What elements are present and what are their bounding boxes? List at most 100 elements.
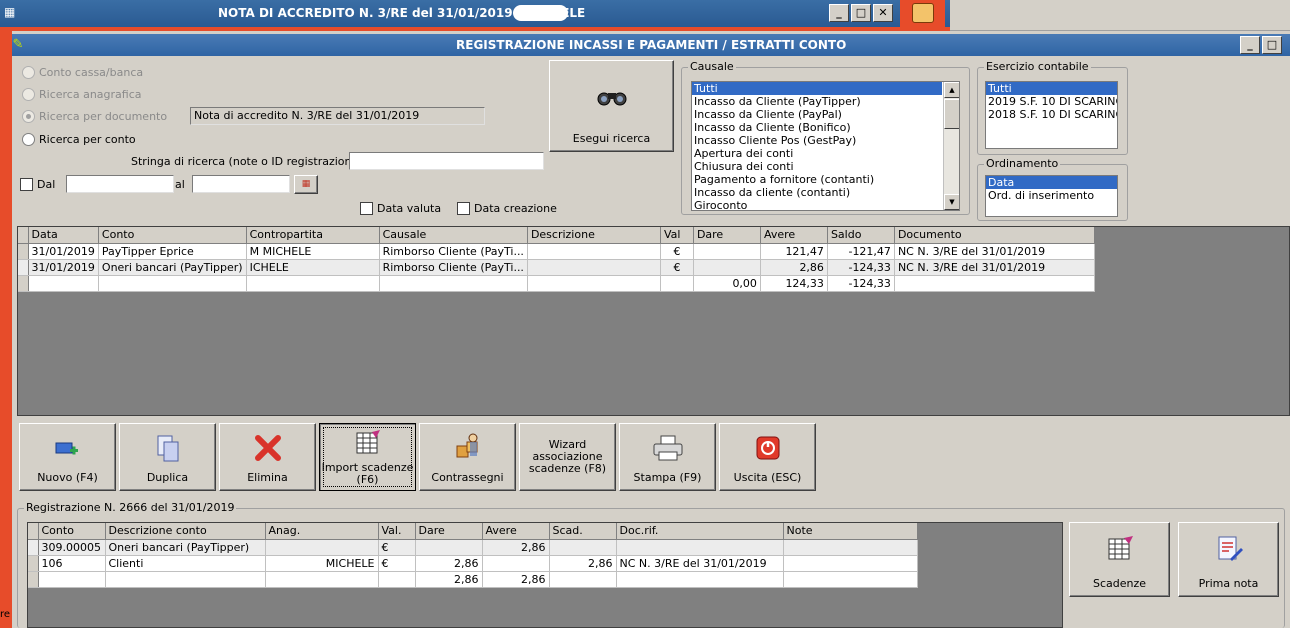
prima-nota-label: Prima nota xyxy=(1198,577,1259,590)
data-valuta-row[interactable]: Data valuta xyxy=(360,202,441,215)
cell-documento: NC N. 3/RE del 31/01/2019 xyxy=(894,259,1095,276)
table-row[interactable]: 309.00005 Oneri bancari (PayTipper) €2,86 xyxy=(28,539,918,556)
entries-grid[interactable]: Conto Descrizione conto Anag. Val. Dare Avere… xyxy=(27,522,1063,628)
radio-ricerca-anagrafica[interactable]: Ricerca anagrafica xyxy=(22,88,142,101)
column-header[interactable]: Note xyxy=(783,523,918,540)
dal-checkbox-row[interactable]: Dal xyxy=(20,178,55,191)
causale-item[interactable]: Apertura dei conti xyxy=(692,147,942,160)
column-header[interactable]: Dare xyxy=(693,227,761,244)
data-creazione-row[interactable]: Data creazione xyxy=(457,202,557,215)
radio-ricerca-conto[interactable]: Ricerca per conto xyxy=(22,133,136,146)
ordinamento-item[interactable]: Ord. di inserimento xyxy=(986,189,1117,202)
column-header[interactable]: Conto xyxy=(38,523,106,540)
inner-maximize-button[interactable]: □ xyxy=(1262,36,1282,54)
cell-anag xyxy=(265,539,379,556)
duplica-button[interactable]: Duplica xyxy=(119,423,216,491)
cell-causale: Rimborso Cliente (PayTi... xyxy=(379,259,528,276)
column-header[interactable]: Val xyxy=(660,227,694,244)
esercizio-item[interactable]: 2019 S.F. 10 DI SCARINCI xyxy=(986,95,1117,108)
column-header[interactable]: Anag. xyxy=(265,523,379,540)
column-header[interactable]: Avere xyxy=(760,227,828,244)
uscita-button[interactable]: Uscita (ESC) xyxy=(719,423,816,491)
cell-saldo: -124,33 xyxy=(827,275,895,292)
column-header[interactable]: Doc.rif. xyxy=(616,523,784,540)
radio-icon xyxy=(22,133,35,146)
search-string-label: Stringa di ricerca (note o ID registrazi… xyxy=(131,155,370,168)
cell-saldo: -124,33 xyxy=(827,259,895,276)
spreadsheet-icon xyxy=(356,430,380,454)
column-header[interactable]: Val. xyxy=(378,523,416,540)
column-header[interactable]: Avere xyxy=(482,523,550,540)
cell-data: 31/01/2019 xyxy=(28,243,99,260)
data-valuta-checkbox[interactable] xyxy=(360,202,373,215)
column-header[interactable]: Data xyxy=(28,227,99,244)
left-strip-label: re xyxy=(0,609,11,620)
cell-causale xyxy=(379,275,528,292)
search-string-input[interactable] xyxy=(349,152,544,170)
scadenze-button[interactable]: Scadenze xyxy=(1069,522,1170,597)
ordinamento-item[interactable]: Data xyxy=(986,176,1117,189)
causale-scrollbar[interactable]: ▲ ▼ xyxy=(943,82,959,210)
import-scadenze-button[interactable]: Import scadenze (F6) xyxy=(319,423,416,491)
scroll-down-icon[interactable]: ▼ xyxy=(944,194,959,210)
ordinamento-listbox[interactable]: Data Ord. di inserimento xyxy=(985,175,1118,217)
help-app-icon[interactable] xyxy=(900,0,945,27)
inner-window-title: REGISTRAZIONE INCASSI E PAGAMENTI / ESTR… xyxy=(456,38,847,52)
esercizio-listbox[interactable]: Tutti 2019 S.F. 10 DI SCARINCI 2018 S.F. 1… xyxy=(985,81,1118,149)
radio-icon xyxy=(22,88,35,101)
outer-close-button[interactable]: ✕ xyxy=(873,4,893,22)
cell-conto: 106 xyxy=(38,555,106,572)
al-label: al xyxy=(175,178,185,191)
calendar-icon[interactable]: ▦ xyxy=(294,175,318,194)
table-row[interactable]: 106 Clienti MICHELE €2,86 2,86 NC N. 3/RE del… xyxy=(28,555,918,572)
table-row[interactable]: 31/01/2019 Oneri bancari (PayTipper) ICHEL… xyxy=(18,259,1095,276)
esercizio-item[interactable]: Tutti xyxy=(986,82,1117,95)
dal-date-input[interactable] xyxy=(66,175,174,193)
esercizio-group: Esercizio contabile Tutti 2019 S.F. 10 DI… xyxy=(977,60,1128,155)
column-header[interactable]: Contropartita xyxy=(246,227,380,244)
radio-conto-cassa[interactable]: Conto cassa/banca xyxy=(22,66,143,79)
movements-grid[interactable]: Data Conto Contropartita Causale Descrizione… xyxy=(17,226,1290,416)
causale-item[interactable]: Pagamento a fornitore (contanti) xyxy=(692,173,942,186)
esercizio-item[interactable]: 2018 S.F. 10 DI SCARINCI xyxy=(986,108,1117,121)
dal-checkbox[interactable] xyxy=(20,178,33,191)
column-header[interactable]: Documento xyxy=(894,227,1095,244)
wizard-button[interactable]: Wizard associazione scadenze (F8) xyxy=(519,423,616,491)
causale-item[interactable]: Incasso da Cliente (PayTipper) xyxy=(692,95,942,108)
elimina-button[interactable]: Elimina xyxy=(219,423,316,491)
causale-item[interactable]: Incasso da Cliente (PayPal) xyxy=(692,108,942,121)
column-header[interactable]: Causale xyxy=(379,227,528,244)
prima-nota-button[interactable]: Prima nota xyxy=(1178,522,1279,597)
cell-dare xyxy=(693,259,761,276)
column-header[interactable]: Conto xyxy=(98,227,247,244)
data-creazione-checkbox[interactable] xyxy=(457,202,470,215)
nuovo-button[interactable]: Nuovo (F4) xyxy=(19,423,116,491)
scroll-thumb[interactable] xyxy=(944,99,959,129)
table-row[interactable]: 31/01/2019 PayTipper Eprice M MICHELE Rimbo… xyxy=(18,243,1095,260)
cell-data xyxy=(28,275,99,292)
scroll-up-icon[interactable]: ▲ xyxy=(944,82,959,98)
column-header[interactable]: Scad. xyxy=(549,523,617,540)
outer-minimize-button[interactable]: _ xyxy=(829,4,849,22)
stampa-button[interactable]: Stampa (F9) xyxy=(619,423,716,491)
column-header[interactable]: Saldo xyxy=(827,227,895,244)
causale-item[interactable]: Incasso da cliente (contanti) xyxy=(692,186,942,199)
redacted-block xyxy=(513,5,568,21)
causale-item[interactable]: Chiusura dei conti xyxy=(692,160,942,173)
causale-listbox[interactable]: Tutti Incasso da Cliente (PayTipper) Incas… xyxy=(691,81,960,211)
esegui-ricerca-button[interactable]: Esegui ricerca xyxy=(549,60,674,152)
cell-val: € xyxy=(378,555,416,572)
inner-minimize-button[interactable]: _ xyxy=(1240,36,1260,54)
causale-item[interactable]: Incasso Cliente Pos (GestPay) xyxy=(692,134,942,147)
causale-item[interactable]: Giroconto xyxy=(692,199,942,210)
contrassegni-button[interactable]: Contrassegni xyxy=(419,423,516,491)
causale-item[interactable]: Tutti xyxy=(692,82,942,95)
al-date-input[interactable] xyxy=(192,175,290,193)
column-header[interactable]: Descrizione conto xyxy=(105,523,266,540)
cell-avere: 124,33 xyxy=(760,275,828,292)
column-header[interactable]: Dare xyxy=(415,523,483,540)
column-header[interactable]: Descrizione xyxy=(527,227,661,244)
causale-item[interactable]: Incasso da Cliente (Bonifico) xyxy=(692,121,942,134)
outer-maximize-button[interactable]: □ xyxy=(851,4,871,22)
radio-ricerca-documento[interactable]: Ricerca per documento xyxy=(22,110,167,123)
